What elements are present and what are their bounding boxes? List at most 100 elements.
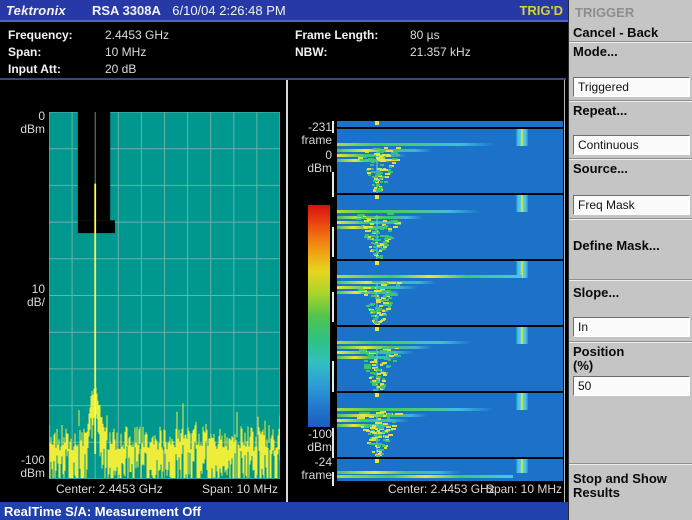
plume-dot — [387, 417, 390, 419]
plume-dot — [367, 219, 371, 221]
plume-dot — [379, 190, 382, 192]
plume-dot — [380, 364, 384, 366]
plume-dot — [372, 184, 375, 186]
plume-dot — [396, 154, 400, 156]
sweep-streak — [337, 143, 502, 146]
plume-dot — [357, 417, 365, 419]
plume-dot — [377, 245, 380, 247]
plume-dot — [365, 151, 369, 153]
menu-item-define-mask[interactable]: Define Mask... — [573, 239, 690, 253]
plume-dot — [363, 426, 368, 428]
plume-dot — [384, 296, 387, 298]
titlebar-underline — [0, 20, 568, 22]
sweep-streak — [337, 216, 423, 219]
readout-row-frequency: Frequency:2.4453 GHz — [8, 26, 278, 43]
menu-item-source[interactable]: Source... — [573, 162, 690, 176]
plume-dot — [383, 314, 387, 316]
plume-dot — [378, 423, 383, 425]
status-bar: RealTime S/A: Measurement Off — [0, 502, 568, 520]
plume-dot — [382, 158, 385, 160]
plume-dot — [370, 381, 374, 383]
plume-dot — [385, 436, 389, 438]
plume-dot — [360, 352, 367, 354]
plume-dot — [364, 227, 368, 229]
plume-dot — [369, 416, 373, 418]
menu-field-triggered[interactable]: Triggered — [573, 77, 690, 97]
plume-dot — [377, 445, 381, 447]
menu-item-mode[interactable]: Mode... — [573, 45, 690, 59]
menu-separator — [569, 158, 692, 160]
menu-item-slope[interactable]: Slope... — [573, 286, 690, 300]
plume-dot — [358, 214, 365, 216]
menu-action-label2: Results — [573, 486, 690, 500]
plume-dot — [382, 444, 386, 446]
plume-dot — [379, 178, 382, 180]
hop-carrier-stripe — [516, 393, 528, 410]
plume-dot — [377, 158, 380, 160]
plume-dot — [379, 305, 383, 307]
frame-tick — [332, 292, 334, 322]
y-axis-bottom-label: -100dBm — [2, 454, 45, 480]
plume-dot — [370, 351, 378, 353]
menu-field-continuous[interactable]: Continuous — [573, 135, 690, 155]
spectrogram-segment — [337, 459, 563, 481]
plume-dot — [379, 155, 384, 157]
spectrogram-window: -231frame 0dBm -100dBm -24frame Center: … — [288, 80, 566, 502]
readout-right-column: Frame Length:80 µsNBW:21.357 kHz — [295, 26, 560, 60]
readout-label: Frequency: — [8, 28, 105, 42]
plume-dot — [381, 227, 387, 229]
menu-field-in[interactable]: In — [573, 317, 690, 337]
menu-item-repeat[interactable]: Repeat... — [573, 104, 690, 118]
plume-dot — [384, 244, 389, 246]
plume-dot — [368, 158, 375, 160]
plume-dot — [388, 237, 394, 239]
plume-carryover-blip — [375, 459, 379, 463]
plume-dot — [361, 420, 364, 422]
plume-dot — [381, 387, 384, 389]
plume-dot — [369, 377, 373, 379]
plume-dot — [364, 367, 369, 369]
hop-carrier-stripe — [516, 459, 528, 473]
menu-item-cancel-back[interactable]: Cancel - Back — [573, 26, 690, 40]
menu-item-position[interactable]: Position(%) — [573, 345, 690, 373]
hop-carrier-stripe — [516, 327, 528, 344]
menu-separator — [569, 279, 692, 281]
menu-action-label: Cancel - Back — [573, 26, 690, 40]
menu-item-stop-and-show[interactable]: Stop and ShowResults — [573, 472, 690, 500]
readout-label: Frame Length: — [295, 28, 410, 42]
menu-separator — [569, 463, 692, 465]
plume-dot — [361, 217, 366, 219]
plume-dot — [383, 299, 389, 301]
hop-carrier-stripe — [516, 195, 528, 212]
plume-dot — [392, 162, 397, 164]
spectrogram-right-border — [564, 80, 565, 502]
frame-tick — [332, 428, 334, 458]
sweep-streak — [337, 275, 522, 278]
top-frame-label: -231frame 0dBm — [288, 121, 332, 175]
plume-dot — [381, 420, 387, 422]
plume-dot — [382, 380, 385, 382]
plume-dot — [381, 453, 384, 455]
menu-field-50[interactable]: 50 — [573, 376, 690, 396]
plume-dot — [372, 437, 377, 439]
readout-value: 80 µs — [410, 28, 440, 42]
plume-dot — [377, 436, 381, 438]
plume-dot — [380, 255, 383, 257]
plume-dot — [376, 252, 379, 254]
menu-title: TRIGGER — [575, 5, 634, 20]
plume-dot — [396, 284, 400, 286]
plume-dot — [385, 430, 389, 432]
datetime-label: 6/10/04 2:26:48 PM — [0, 3, 458, 18]
spectrogram-segment — [337, 121, 563, 127]
plume-dot — [393, 346, 402, 348]
plume-dot — [372, 231, 377, 233]
plume-dot — [369, 443, 374, 445]
plume-dot — [393, 360, 398, 362]
sweep-streak — [337, 419, 409, 422]
menu-action-label: Position — [573, 345, 690, 359]
sweep-streak — [337, 149, 432, 152]
plume-dot — [376, 183, 379, 185]
softkey-menu: TRIGGER Cancel - Back Mode... Triggered Rep… — [568, 0, 692, 520]
readout-label: Span: — [8, 45, 105, 59]
menu-field-freq-mask[interactable]: Freq Mask — [573, 195, 690, 215]
